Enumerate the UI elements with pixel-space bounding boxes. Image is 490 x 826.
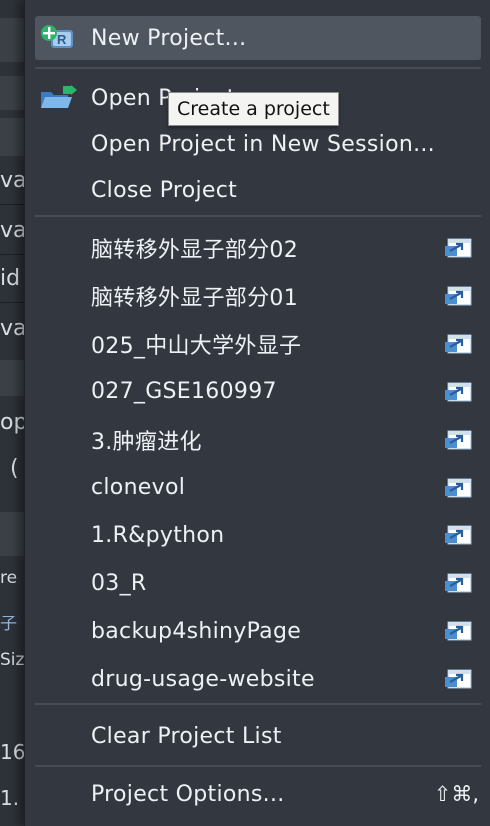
recent-project-item[interactable]: 025_中山大学外显子 [25,322,490,366]
recent-project-item[interactable]: clonevol [25,466,490,510]
bg-text-fragment: ( [10,458,19,480]
recent-project-item[interactable]: 3.肿瘤进化 [25,418,490,462]
recent-project-label: 脑转移外显子部分01 [91,285,298,311]
bg-text-fragment: va [0,220,24,242]
recent-project-item[interactable]: 03_R [25,561,490,605]
open-in-new-session-icon[interactable] [443,477,473,501]
menu-separator [35,765,481,767]
bg-divider [0,254,24,255]
bg-divider [0,204,24,205]
open-in-new-session-icon[interactable] [443,524,473,548]
open-in-new-session-icon[interactable] [443,285,473,309]
menu-item-clear-project-list[interactable]: Clear Project List [25,714,490,758]
open-folder-icon [39,84,79,112]
open-in-new-session-icon[interactable] [443,333,473,357]
bg-text-fragment: Siz [0,652,24,669]
open-in-new-session-icon[interactable] [443,429,473,453]
bg-toolbar-band [0,512,24,556]
menu-item-project-options[interactable]: Project Options... ⇧⌘, [25,772,490,816]
recent-project-item[interactable]: 027_GSE160997 [25,370,490,414]
bg-toolbar-band [0,18,24,62]
bg-text-fragment: re [0,570,18,587]
recent-project-item[interactable]: 1.R&python [25,513,490,557]
new-project-label: New Project... [91,25,247,51]
background-app-panel: va va id va op ( re 子 Siz 16 1. [0,0,24,826]
recent-project-label: 03_R [91,570,147,596]
bg-divider [0,302,24,303]
menu-item-new-project[interactable]: R New Project... [35,16,481,60]
recent-project-label: 027_GSE160997 [91,379,277,405]
close-project-label: Close Project [91,177,238,203]
new-project-tooltip: Create a project [168,92,339,126]
open-in-new-session-icon[interactable] [443,620,473,644]
recent-project-item[interactable]: 脑转移外显子部分01 [25,274,490,318]
open-project-new-session-label: Open Project in New Session... [91,131,435,157]
bg-text-fragment: va [0,318,24,340]
recent-project-item[interactable]: backup4shinyPage [25,609,490,653]
open-in-new-session-icon[interactable] [443,381,473,405]
bg-text-fragment: 16 [0,742,24,762]
bg-toolbar-band [0,360,24,396]
recent-project-label: 1.R&python [91,522,225,548]
menu-separator [35,703,481,705]
bg-text-fragment: 1. [0,788,20,808]
bg-text-fragment: op [0,412,24,434]
recent-project-label: clonevol [91,475,186,500]
menu-separator [35,215,481,217]
recent-project-label: 3.肿瘤进化 [91,429,202,455]
project-options-label: Project Options... [91,781,285,807]
open-in-new-session-icon[interactable] [443,668,473,692]
recent-project-label: 脑转移外显子部分02 [91,238,298,263]
bg-text-fragment: id [0,268,21,290]
bg-text-fragment: va [0,170,24,192]
recent-project-item[interactable]: 脑转移外显子部分02 [25,226,490,270]
clear-project-list-label: Clear Project List [91,723,282,749]
menu-separator [35,67,481,69]
open-in-new-session-icon[interactable] [443,572,473,596]
menu-item-open-project-new-session[interactable]: Open Project in New Session... [25,122,490,166]
recent-project-label: drug-usage-website [91,666,315,692]
menu-item-close-project[interactable]: Close Project [25,168,490,212]
svg-text:R: R [57,32,67,47]
recent-project-label: backup4shinyPage [91,618,302,644]
recent-project-item[interactable]: drug-usage-website [25,657,490,701]
open-in-new-session-icon[interactable] [443,237,473,261]
bg-toolbar-band [0,76,24,110]
project-options-shortcut: ⇧⌘, [433,782,479,806]
new-project-icon: R [39,24,79,52]
bg-toolbar-band [0,118,24,156]
bg-text-fragment: 子 [0,616,17,633]
recent-project-label: 025_中山大学外显子 [91,333,302,359]
